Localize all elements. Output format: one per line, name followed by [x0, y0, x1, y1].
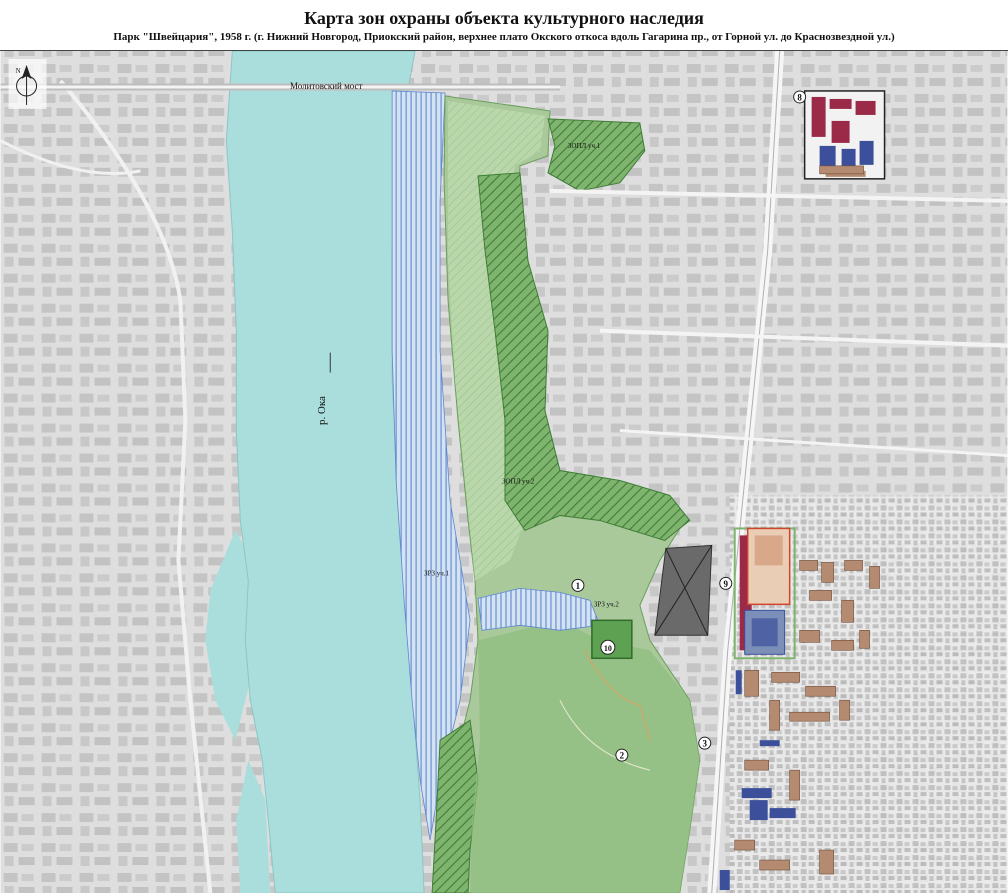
zopl2-label: ЗОПЛ уч.2: [502, 477, 535, 485]
zopl1-label: ЗОПЛ уч.1: [568, 142, 601, 150]
svg-text:1: 1: [576, 581, 581, 591]
map-canvas[interactable]: Молитовский мост р. Ока ЗОПЛ уч.1 ЗОПЛ у…: [0, 50, 1008, 893]
marker-8[interactable]: 8: [793, 90, 807, 104]
map-title: Карта зон охраны объекта культурного нас…: [304, 8, 704, 28]
map-subtitle: Парк "Швейцария", 1958 г. (г. Нижний Нов…: [113, 31, 895, 43]
map-page: Карта зон охраны объекта культурного нас…: [0, 0, 1008, 893]
zrz1-label: ЗРЗ уч.1: [424, 569, 449, 577]
zrz2-label: ЗРЗ уч.2: [594, 600, 619, 608]
svg-text:N: N: [16, 67, 21, 75]
river-label: р. Ока: [316, 396, 328, 425]
map-header: Карта зон охраны объекта культурного нас…: [0, 0, 1008, 50]
svg-text:2: 2: [620, 751, 625, 761]
marker-2[interactable]: 2: [615, 748, 629, 762]
north-arrow-icon: N: [8, 58, 47, 109]
svg-text:3: 3: [703, 739, 708, 749]
svg-text:9: 9: [723, 579, 728, 589]
bridge-label: Молитовский мост: [290, 81, 362, 91]
marker-3[interactable]: 3: [698, 736, 712, 750]
marker-9[interactable]: 9: [719, 576, 733, 590]
svg-text:8: 8: [797, 92, 802, 102]
svg-text:10: 10: [604, 644, 612, 653]
marker-10[interactable]: 10: [600, 639, 616, 655]
marker-1[interactable]: 1: [571, 578, 585, 592]
